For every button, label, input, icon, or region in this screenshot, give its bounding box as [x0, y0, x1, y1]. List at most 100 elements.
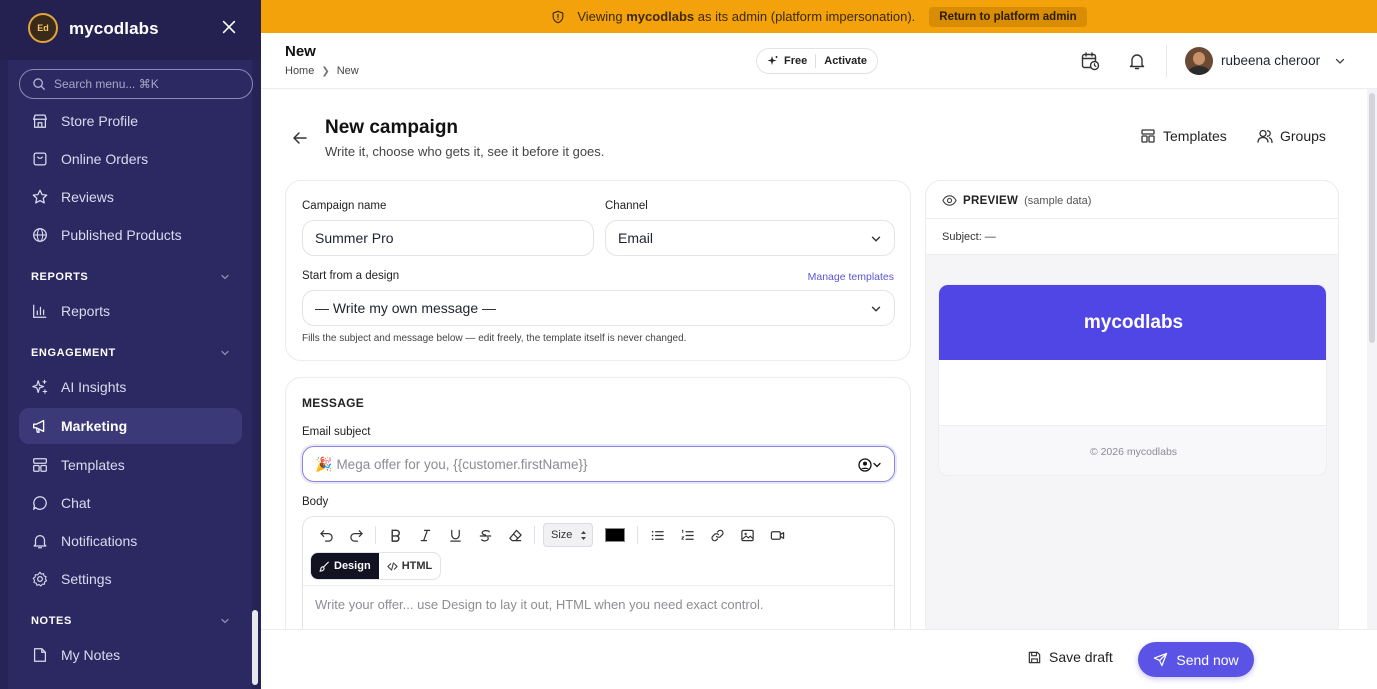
- personalization-token-button[interactable]: [858, 458, 882, 472]
- sidebar-section-reports[interactable]: REPORTS: [31, 269, 231, 285]
- sidebar-section-notes[interactable]: NOTES: [31, 613, 231, 629]
- sidebar-item-label: Published Products: [61, 227, 182, 243]
- email-subject-input[interactable]: 🎉 Mega offer for you, {{customer.firstNa…: [302, 446, 895, 482]
- bold-button[interactable]: [380, 523, 410, 547]
- scrollbar-thumb[interactable]: [1369, 93, 1375, 343]
- sidebar-section-engagement[interactable]: ENGAGEMENT: [31, 345, 231, 361]
- chevron-down-icon[interactable]: [1334, 55, 1346, 67]
- sidebar-item-notifications[interactable]: Notifications: [19, 523, 242, 559]
- back-arrow-icon[interactable]: [291, 129, 309, 147]
- page-header-title: New: [285, 43, 316, 60]
- brand-logo[interactable]: Ed: [28, 13, 58, 43]
- layout-icon: [33, 458, 47, 472]
- groups-button[interactable]: Groups: [1257, 128, 1326, 144]
- design-hint: Fills the subject and message below — ed…: [302, 333, 687, 344]
- plan-pill[interactable]: Free Activate: [756, 48, 879, 74]
- campaign-name-label: Campaign name: [302, 200, 387, 212]
- sparkle-icon: [767, 56, 778, 65]
- sidebar-item-reviews[interactable]: Reviews: [19, 179, 242, 215]
- user-name[interactable]: rubeena cheroor: [1221, 53, 1320, 68]
- editor-divider: [303, 585, 894, 586]
- email-subject-label: Email subject: [302, 426, 371, 438]
- link-icon: [710, 529, 724, 541]
- return-to-platform-admin-button[interactable]: Return to platform admin: [929, 6, 1087, 27]
- image-icon: [740, 529, 754, 541]
- image-button[interactable]: [732, 523, 762, 547]
- sidebar-item-settings[interactable]: Settings: [19, 561, 242, 597]
- preview-header: PREVIEW (sample data): [942, 193, 1091, 208]
- sidebar-scrollbar[interactable]: [252, 610, 258, 685]
- avatar[interactable]: [1185, 47, 1213, 75]
- eraser-icon: [508, 529, 522, 541]
- sidebar-item-label: Reviews: [61, 189, 114, 205]
- search-icon: [33, 78, 45, 90]
- numbered-list-button[interactable]: [672, 523, 702, 547]
- sidebar-item-published-products[interactable]: Published Products: [19, 217, 242, 253]
- chat-icon: [33, 496, 47, 510]
- save-draft-label: Save draft: [1049, 649, 1113, 665]
- italic-button[interactable]: [410, 523, 440, 547]
- sidebar-item-label: Online Orders: [61, 151, 149, 167]
- font-size-select[interactable]: Size: [543, 523, 593, 547]
- preview-canvas: mycodlabs © 2026 mycodlabs: [926, 255, 1338, 629]
- text-color-swatch[interactable]: [605, 528, 625, 542]
- sidebar-item-label: Settings: [61, 571, 112, 587]
- paintbrush-icon: [319, 561, 330, 572]
- chevron-down-icon: [221, 350, 229, 356]
- body-placeholder[interactable]: Write your offer... use Design to lay it…: [315, 597, 763, 612]
- design-label: Start from a design: [302, 270, 400, 282]
- sidebar-item-templates[interactable]: Templates: [19, 447, 242, 483]
- sidebar-item-reports[interactable]: Reports: [19, 293, 242, 329]
- send-now-button[interactable]: Send now: [1138, 642, 1254, 677]
- design-select[interactable]: — Write my own message —: [302, 290, 895, 326]
- save-icon: [1028, 651, 1041, 663]
- activate-plan-button[interactable]: Activate: [824, 55, 867, 67]
- undo-button[interactable]: [311, 523, 341, 547]
- content-scrollbar[interactable]: [1367, 89, 1377, 629]
- link-button[interactable]: [702, 523, 732, 547]
- sidebar-item-my-notes[interactable]: My Notes: [19, 637, 242, 673]
- strikethrough-button[interactable]: [470, 523, 500, 547]
- sidebar-item-label: Marketing: [61, 418, 128, 434]
- message-section-title: MESSAGE: [302, 396, 365, 410]
- email-preview-footer: © 2026 mycodlabs: [939, 425, 1326, 475]
- templates-button[interactable]: Templates: [1140, 128, 1227, 144]
- store-icon: [33, 114, 47, 128]
- bell-icon[interactable]: [1127, 51, 1147, 71]
- sidebar-search-input[interactable]: Search menu... ⌘K: [19, 69, 253, 99]
- redo-button[interactable]: [341, 523, 371, 547]
- globe-icon: [33, 228, 47, 242]
- sidebar-item-store-profile[interactable]: Store Profile: [19, 103, 242, 139]
- toolbar-divider: [534, 526, 535, 544]
- sidebar-item-chat[interactable]: Chat: [19, 485, 242, 521]
- html-mode-tab[interactable]: HTML: [379, 553, 441, 579]
- chevron-down-icon: [873, 462, 881, 468]
- body-editor: Size Design HTML Write your offer... use…: [302, 516, 895, 629]
- video-button[interactable]: [762, 523, 792, 547]
- bullet-list-button[interactable]: [642, 523, 672, 547]
- sidebar-item-online-orders[interactable]: Online Orders: [19, 141, 242, 177]
- italic-icon: [420, 529, 430, 541]
- action-footer: Save draft Send now: [261, 629, 1377, 689]
- sidebar-item-label: Notifications: [61, 533, 138, 549]
- close-sidebar-icon[interactable]: [219, 17, 239, 37]
- sidebar-item-marketing[interactable]: Marketing: [19, 408, 242, 444]
- sidebar-item-ai-insights[interactable]: AI Insights: [19, 369, 242, 405]
- clear-format-button[interactable]: [500, 523, 530, 547]
- underline-button[interactable]: [440, 523, 470, 547]
- save-draft-button[interactable]: Save draft: [1027, 649, 1113, 665]
- banner-suffix: as its admin (platform impersonation).: [697, 9, 916, 24]
- note-icon: [33, 648, 47, 662]
- calendar-clock-icon[interactable]: [1080, 51, 1100, 71]
- breadcrumb-home[interactable]: Home: [285, 65, 314, 77]
- manage-templates-link[interactable]: Manage templates: [808, 271, 894, 283]
- channel-value: Email: [618, 230, 654, 246]
- campaign-name-input[interactable]: Summer Pro: [302, 220, 594, 256]
- body-label: Body: [302, 496, 329, 508]
- page-subtitle: Write it, choose who gets it, see it bef…: [325, 144, 605, 159]
- channel-select[interactable]: Email: [605, 220, 895, 256]
- toolbar-divider: [375, 526, 376, 544]
- bar-chart-icon: [33, 304, 47, 318]
- subject-emoji: 🎉: [315, 455, 333, 472]
- design-mode-tab[interactable]: Design: [311, 553, 379, 579]
